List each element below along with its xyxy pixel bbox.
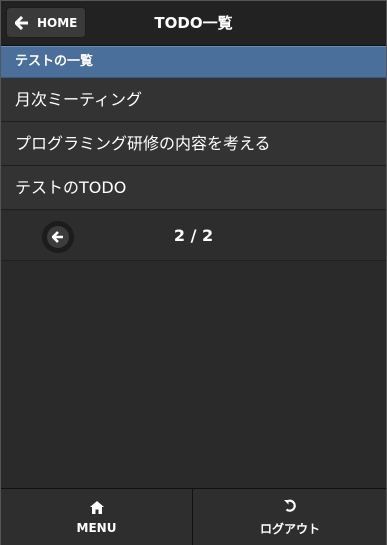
header-bar: HOME TODO一覧 (1, 1, 386, 46)
list-item-label: プログラミング研修の内容を考える (15, 134, 271, 153)
list-item-label: 月次ミーティング (15, 90, 143, 109)
list-item[interactable]: テストのTODO (1, 166, 386, 210)
home-button[interactable]: HOME (6, 7, 86, 38)
list-divider: テストの一覧 (1, 46, 386, 78)
logout-button-label: ログアウト (259, 521, 320, 536)
pager: 2 / 2 (1, 211, 386, 261)
prev-page-button[interactable] (42, 221, 74, 253)
page-title: TODO一覧 (154, 14, 233, 32)
list-item[interactable]: プログラミング研修の内容を考える (1, 122, 386, 166)
home-button-label: HOME (37, 15, 78, 30)
menu-button[interactable]: MENU (1, 489, 193, 545)
menu-button-label: MENU (76, 521, 117, 535)
logout-button[interactable]: ログアウト (194, 489, 386, 545)
footer-navbar: MENU ログアウト (1, 488, 386, 545)
list-item-label: テストのTODO (15, 178, 127, 197)
list-item[interactable]: 月次ミーティング (1, 78, 386, 122)
arrow-left-icon (47, 226, 69, 248)
home-icon (89, 499, 104, 518)
undo-icon (283, 498, 297, 517)
arrow-left-icon (13, 13, 31, 32)
page-indicator: 2 / 2 (173, 226, 214, 245)
app-frame: HOME TODO一覧 テストの一覧 月次ミーティング プログラミング研修の内容… (0, 0, 387, 545)
list-divider-label: テストの一覧 (15, 54, 94, 69)
